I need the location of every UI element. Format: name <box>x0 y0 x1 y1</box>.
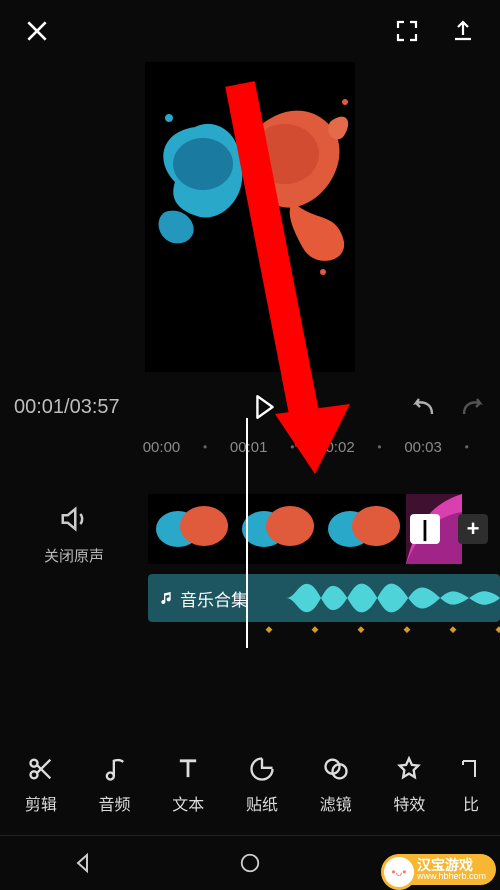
audio-waveform <box>258 574 500 622</box>
tool-ratio[interactable]: 比 <box>451 755 491 815</box>
undo-redo-group <box>410 394 486 420</box>
tool-filter[interactable]: 滤镜 <box>304 755 368 815</box>
watermark-url: www.hbherb.com <box>417 872 486 881</box>
speaker-icon <box>59 504 89 534</box>
play-button[interactable] <box>252 394 278 420</box>
tool-text[interactable]: 文本 <box>156 755 220 815</box>
video-clip-thumb[interactable] <box>148 494 234 564</box>
video-clip-thumb[interactable] <box>320 494 406 564</box>
audio-track[interactable]: 音乐合集 <box>148 574 500 622</box>
redo-button[interactable] <box>460 394 486 420</box>
play-bar: 00:01/03:57 <box>0 384 500 430</box>
ruler-tick: 00:02 <box>294 439 377 456</box>
video-preview[interactable] <box>145 62 355 372</box>
mute-original-sound[interactable]: 关闭原声 <box>0 504 148 566</box>
add-clip-button[interactable]: + <box>458 514 488 544</box>
header-bar <box>0 0 500 62</box>
header-right <box>394 18 476 44</box>
bottom-toolbar: 剪辑 音频 文本 贴纸 滤镜 特效 比 <box>0 745 500 825</box>
playhead[interactable] <box>246 418 248 648</box>
undo-button[interactable] <box>410 394 436 420</box>
music-note-icon <box>158 590 174 606</box>
fullscreen-icon[interactable] <box>394 18 420 44</box>
beat-markers: ◆◆◆◆◆◆ <box>148 624 500 636</box>
timeline-ruler[interactable]: 00:00 • 00:01 • 00:02 • 00:03 • <box>0 430 500 464</box>
split-clip-button[interactable]: | <box>410 514 440 544</box>
crop-icon <box>459 755 483 783</box>
tool-audio[interactable]: 音频 <box>83 755 147 815</box>
android-back-button[interactable] <box>70 850 96 876</box>
ruler-dot: • <box>465 440 469 454</box>
tool-sticker[interactable]: 贴纸 <box>230 755 294 815</box>
sticker-icon <box>248 755 276 783</box>
preview-area <box>0 62 500 384</box>
export-icon[interactable] <box>450 18 476 44</box>
watermark-face-icon: •ᴗ• <box>381 854 417 890</box>
watermark-title: 汉宝游戏 <box>417 858 473 872</box>
ruler-tick: 00:03 <box>382 439 465 456</box>
audio-clip-label: 音乐合集 <box>148 586 258 611</box>
tool-edit[interactable]: 剪辑 <box>9 755 73 815</box>
mute-label: 关闭原声 <box>0 545 148 566</box>
ruler-tick: 00:00 <box>120 439 203 456</box>
music-icon <box>101 755 129 783</box>
ruler-tick: 00:01 <box>207 439 290 456</box>
watermark-badge: •ᴗ• 汉宝游戏 www.hbherb.com <box>385 854 496 885</box>
video-track[interactable] <box>148 494 500 564</box>
splash-image <box>145 62 355 372</box>
time-display: 00:01/03:57 <box>14 396 120 419</box>
timeline-area[interactable]: 关闭原声 | + 音乐合集 ◆◆◆◆◆◆ <box>0 464 500 724</box>
tool-effect[interactable]: 特效 <box>377 755 441 815</box>
text-icon <box>174 755 202 783</box>
android-home-button[interactable] <box>237 850 263 876</box>
scissors-icon <box>27 755 55 783</box>
close-icon[interactable] <box>24 18 50 44</box>
filter-icon <box>322 755 350 783</box>
star-icon <box>395 755 423 783</box>
